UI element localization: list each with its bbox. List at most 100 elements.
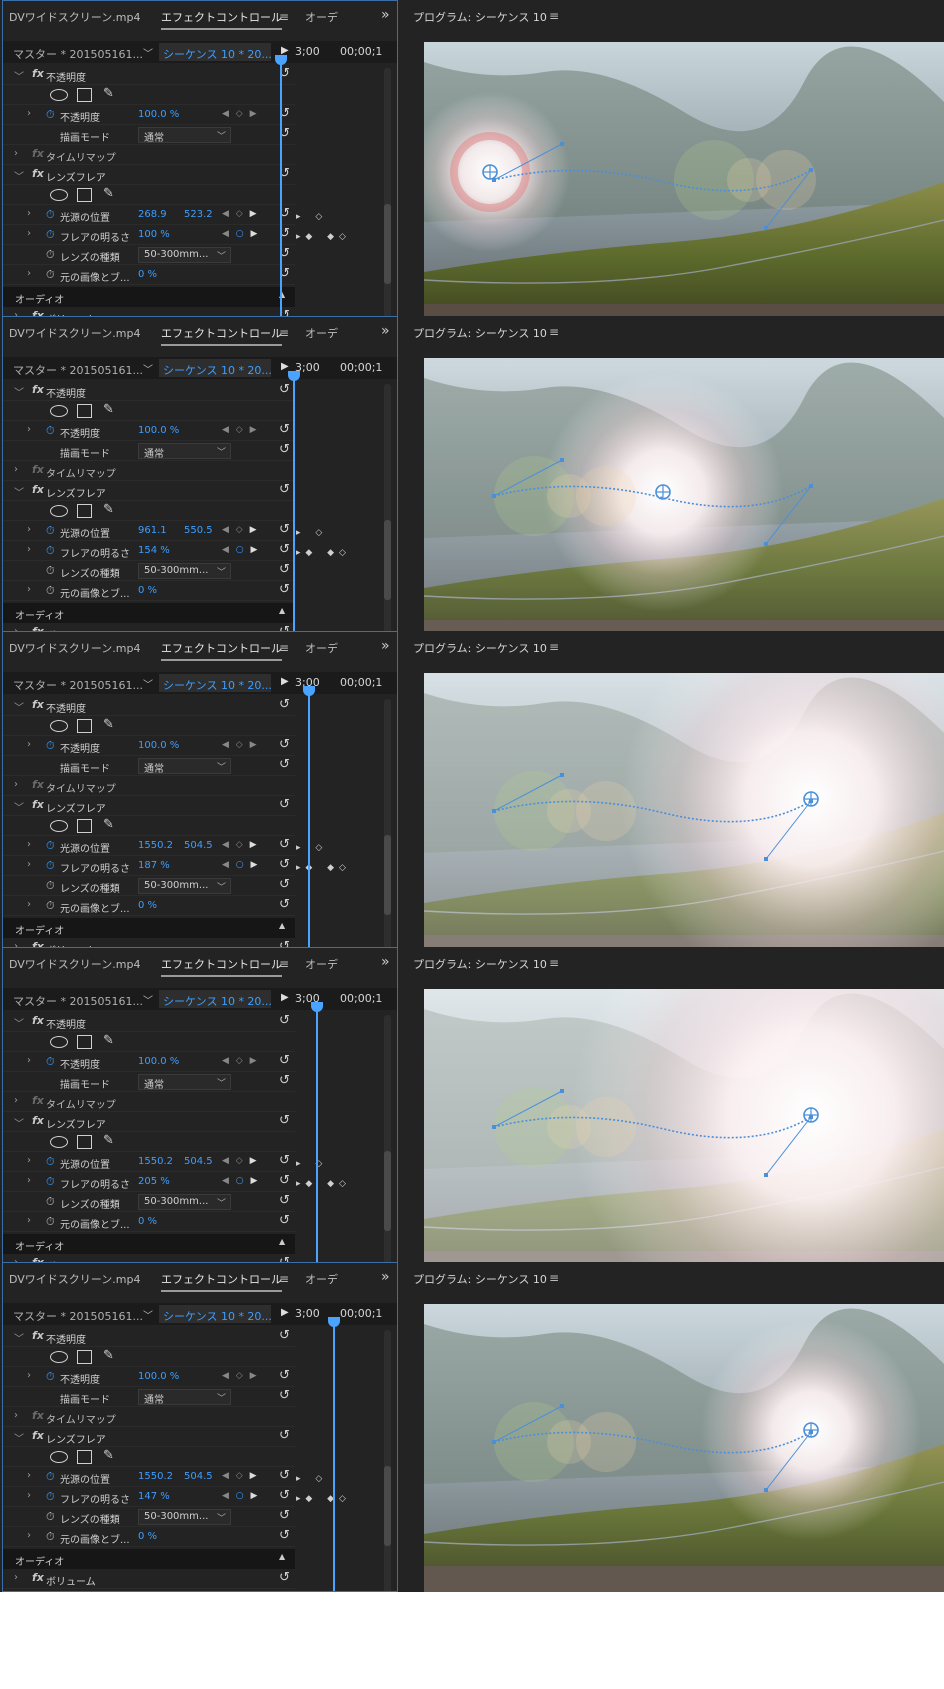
reset-icon[interactable]: ↺ [279,1153,290,1168]
tab-source[interactable]: DVワイドスクリーン.mp4 [9,325,140,341]
flare-brightness-value[interactable]: 100 % [138,229,170,240]
crosshair-icon[interactable] [803,1422,819,1438]
keyframe-icon[interactable]: ▸ ◇ [296,1156,323,1169]
twirl-icon[interactable]: › [27,208,31,219]
effect-row-lens-flare[interactable]: ﹀ fx レンズフレア ↺ [3,1427,295,1447]
mini-timeline[interactable] [295,63,373,329]
sequence-clip-selector[interactable]: シーケンス 10 * 20... [159,674,271,692]
fx-icon[interactable]: fx [32,463,44,476]
twirl-icon[interactable]: ﹀ [14,1115,24,1130]
collapse-up-icon[interactable]: ▲ [279,921,285,930]
twirl-icon[interactable]: ﹀ [14,1015,24,1030]
scrollbar-thumb[interactable] [384,1151,391,1231]
handle-point[interactable] [560,773,564,777]
keyframe-icon[interactable]: ▸ ◆ ◆ ◇ [296,1491,347,1504]
opacity-value[interactable]: 100.0 % [138,109,179,120]
blend-mode-select[interactable]: 通常 ﹀ [138,127,231,144]
reset-icon[interactable]: ↺ [279,1213,290,1228]
flare-center-y[interactable]: 504.5 [184,840,216,851]
stopwatch-icon[interactable]: ⏱ [46,248,55,262]
tab-source[interactable]: DVワイドスクリーン.mp4 [9,9,140,25]
blend-original-value[interactable]: 0 % [138,585,157,596]
keyframe-navigator[interactable]: ◀ ◇ ▶ [222,209,259,219]
ellipse-mask-icon[interactable] [50,89,68,101]
keyframe-point[interactable] [492,1440,496,1444]
stopwatch-icon[interactable]: ⏱ [46,739,55,753]
panel-menu-icon[interactable]: ≡ [279,10,289,24]
fx-icon[interactable]: fx [32,798,44,811]
keyframe-navigator[interactable]: ◀ ◇ ▶ [222,1371,259,1381]
tab-effect-controls[interactable]: エフェクトコントロール [161,1271,282,1292]
twirl-icon[interactable]: ﹀ [14,699,24,714]
twirl-icon[interactable]: › [27,228,31,239]
keyframe-navigator[interactable]: ◀ ○ ▶ [222,229,259,239]
pen-mask-icon[interactable]: ✎ [103,1133,114,1148]
handle-point[interactable] [764,542,768,546]
reset-icon[interactable]: ↺ [279,1053,290,1068]
tab-source[interactable]: DVワイドスクリーン.mp4 [9,1271,140,1287]
blend-mode-select[interactable]: 通常 ﹀ [138,758,231,775]
fx-icon[interactable]: fx [32,1409,44,1422]
playhead[interactable] [288,371,300,645]
lens-type-select[interactable]: 50-300mm... ﹀ [138,1194,231,1210]
keyframe-navigator[interactable]: ◀ ◇ ▶ [222,109,259,119]
stopwatch-icon[interactable]: ⏱ [46,524,55,538]
pen-mask-icon[interactable]: ✎ [103,1448,114,1463]
fx-icon[interactable]: fx [32,1094,44,1107]
scrollbar-thumb[interactable] [384,835,391,915]
twirl-icon[interactable]: ﹀ [14,1330,24,1345]
vertical-scrollbar[interactable] [384,384,391,645]
mini-timeline[interactable] [295,379,373,645]
tab-source[interactable]: DVワイドスクリーン.mp4 [9,956,140,972]
crosshair-icon[interactable] [803,1107,819,1123]
keyframe-navigator[interactable]: ◀ ○ ▶ [222,1176,259,1186]
stopwatch-icon[interactable]: ⏱ [46,1055,55,1069]
blend-original-value[interactable]: 0 % [138,269,157,280]
panel-menu-icon[interactable]: ≡ [549,1271,559,1285]
sequence-clip-selector[interactable]: シーケンス 10 * 20... [159,1305,271,1323]
stopwatch-icon[interactable]: ⏱ [46,564,55,578]
flare-brightness-value[interactable]: 147 % [138,1491,170,1502]
flare-center-x[interactable]: 1550.2 [138,840,173,851]
chevron-down-icon[interactable]: ﹀ [143,676,153,691]
reset-icon[interactable]: ↺ [279,442,290,457]
reset-icon[interactable]: ↺ [279,582,290,597]
keyframe-navigator[interactable]: ◀ ○ ▶ [222,860,259,870]
keyframe-navigator[interactable]: ◀ ◇ ▶ [222,740,259,750]
reset-icon[interactable]: ↺ [279,542,290,557]
reset-icon[interactable]: ↺ [279,1488,290,1503]
twirl-icon[interactable]: › [14,779,18,790]
stopwatch-icon[interactable]: ⏱ [46,1175,55,1189]
play-icon[interactable]: ▶ [281,992,289,1003]
twirl-icon[interactable]: › [27,584,31,595]
panel-menu-icon[interactable]: ≡ [549,325,559,339]
keyframe-navigator[interactable]: ◀ ◇ ▶ [222,1056,259,1066]
twirl-icon[interactable]: › [27,268,31,279]
opacity-value[interactable]: 100.0 % [138,1056,179,1067]
reset-icon[interactable]: ↺ [279,1368,290,1383]
fx-icon[interactable]: fx [32,1114,44,1127]
vertical-scrollbar[interactable] [384,699,391,960]
fx-icon[interactable]: fx [32,698,44,711]
reset-icon[interactable]: ↺ [279,1570,290,1585]
stopwatch-icon[interactable]: ⏱ [46,1370,55,1384]
reset-icon[interactable]: ↺ [279,482,290,497]
flare-center-y[interactable]: 504.5 [184,1471,216,1482]
fx-icon[interactable]: fx [32,778,44,791]
stopwatch-icon[interactable]: ⏱ [46,859,55,873]
twirl-icon[interactable]: › [27,1370,31,1381]
tab-audio-mixer[interactable]: オーデ [305,640,338,656]
play-icon[interactable]: ▶ [281,676,289,687]
reset-icon[interactable]: ↺ [279,1428,290,1443]
keyframe-icon[interactable]: ▸ ◆ ◆ ◇ [296,860,347,873]
flare-center-x[interactable]: 961.1 [138,525,167,536]
chevron-down-icon[interactable]: ﹀ [143,1307,153,1322]
stopwatch-icon[interactable]: ⏱ [46,108,55,122]
rectangle-mask-icon[interactable] [77,1135,92,1149]
scrollbar-thumb[interactable] [384,1466,391,1546]
playhead[interactable] [328,1317,340,1591]
handle-point[interactable] [764,1173,768,1177]
fx-icon[interactable]: fx [32,383,44,396]
keyframe-navigator[interactable]: ◀ ◇ ▶ [222,1156,259,1166]
keyframe-point[interactable] [809,168,813,172]
